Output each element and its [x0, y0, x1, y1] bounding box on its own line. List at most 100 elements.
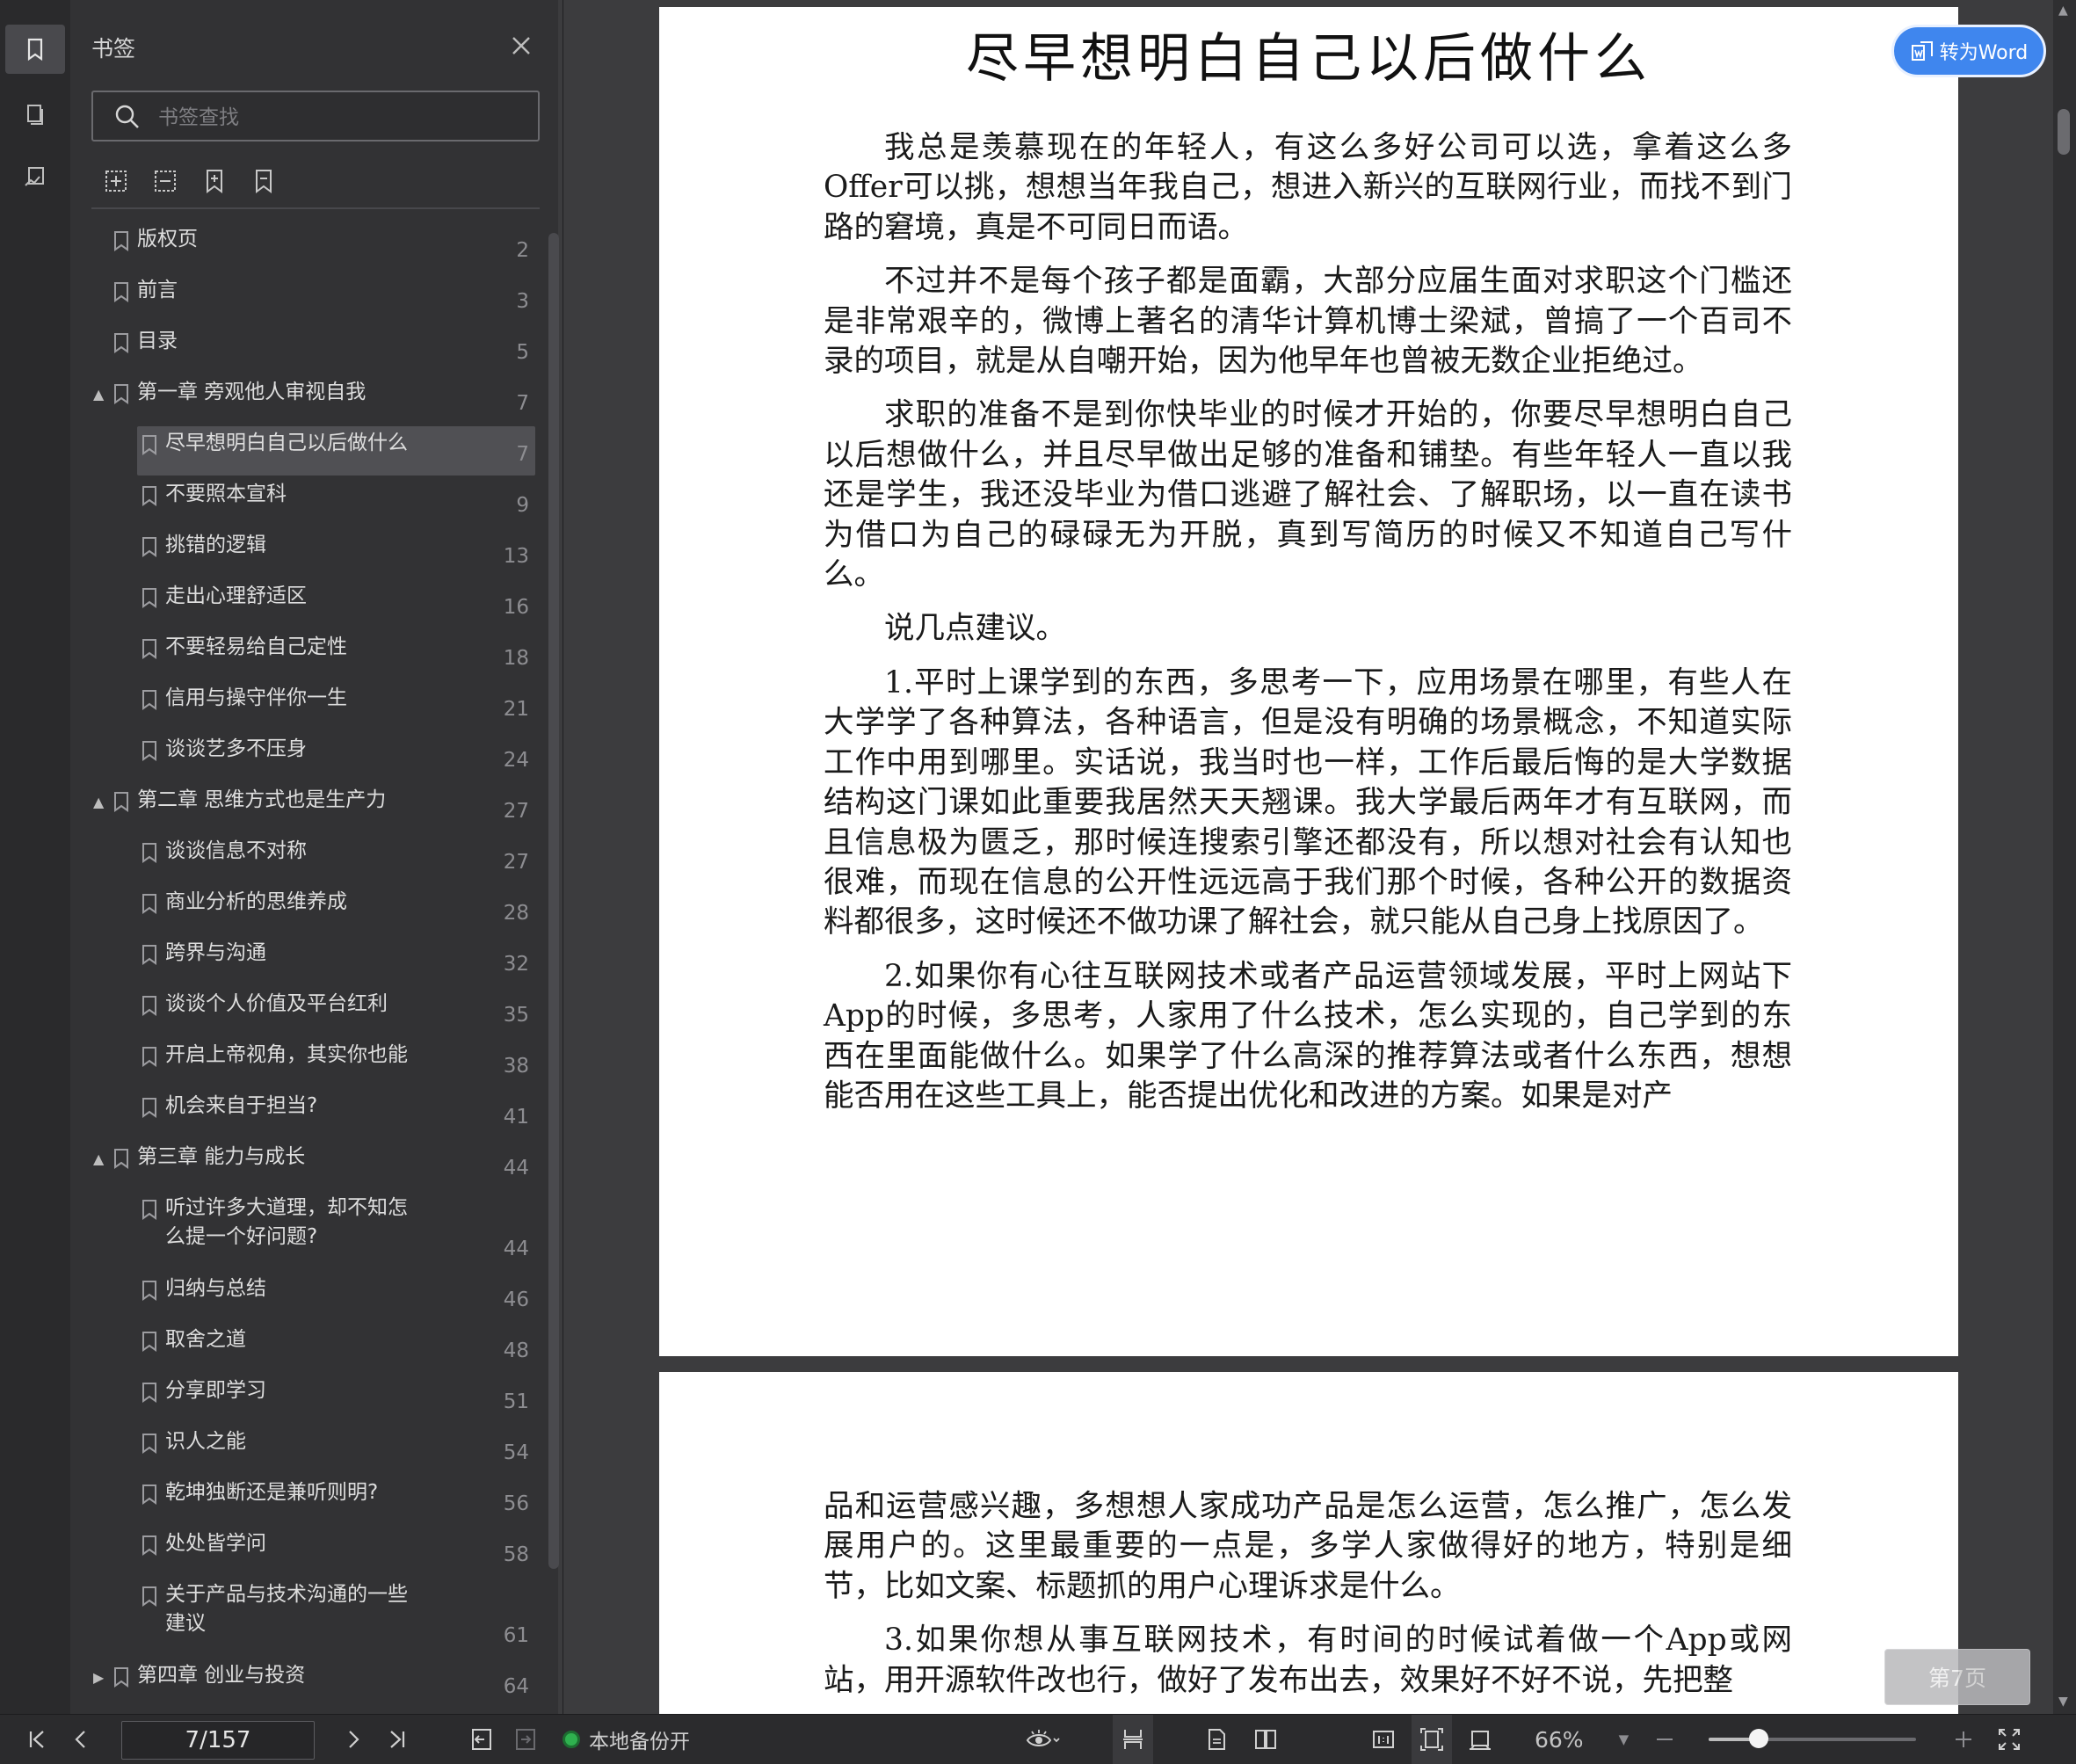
bookmark-label: 挑错的逻辑: [165, 534, 266, 556]
bookmark-item[interactable]: 谈谈个人价值及平台红利 35: [70, 990, 545, 1041]
expand-all-icon[interactable]: [102, 167, 130, 195]
bookmark-page-number: 48: [503, 1339, 529, 1362]
single-page-icon[interactable]: [1199, 1715, 1234, 1764]
local-backup-status[interactable]: 本地备份开: [563, 1715, 690, 1764]
bookmark-icon: [142, 588, 156, 608]
bookmark-tree: 版权页 2 前言 3 目录 5 ▲ 第一章 旁观他人审视自我 7 尽早想明白自己以后做什么 7 不要照…: [70, 225, 545, 1714]
fullscreen-icon[interactable]: [1992, 1715, 2027, 1764]
scroll-thumb[interactable]: [2058, 109, 2070, 155]
scroll-down-icon[interactable]: ▼: [2058, 1695, 2068, 1709]
bookmark-item[interactable]: 谈谈艺多不压身 24: [70, 735, 545, 786]
bookmark-icon: [142, 435, 156, 455]
body-paragraph: 不过并不是每个孩子都是面霸，大部分应届生面对求职这个门槛还是非常艰辛的，微博上著…: [824, 264, 1792, 380]
bookmark-item[interactable]: 机会来自于担当? 41: [70, 1092, 545, 1143]
add-bookmark-icon[interactable]: [200, 167, 229, 195]
bookmark-page-number: 27: [503, 800, 529, 823]
first-page-icon[interactable]: [19, 1715, 54, 1764]
bookmark-item[interactable]: 不要照本宣科 9: [70, 480, 545, 531]
document-view[interactable]: 尽早想明白自己以后做什么 我总是羡慕现在的年轻人，有这么多好公司可以选，拿着这么…: [563, 0, 2053, 1714]
expand-arrow-icon[interactable]: ▶: [93, 1669, 107, 1686]
page-number-badge: 第7页: [1884, 1649, 2030, 1705]
bookmark-item[interactable]: 信用与操守伴你一生 21: [70, 684, 545, 735]
thumbnail-panel-icon[interactable]: [5, 90, 65, 139]
bookmark-search-input[interactable]: [156, 99, 529, 136]
bookmark-item[interactable]: 处处皆学问 58: [70, 1529, 545, 1580]
bookmark-item[interactable]: 尽早想明白自己以后做什么 7: [70, 426, 545, 480]
bookmark-label-line: 么提一个好问题?: [165, 1225, 318, 1248]
bookmark-chapter-item[interactable]: 目录 5: [70, 327, 545, 378]
go-back-icon[interactable]: [464, 1715, 499, 1764]
zoom-slider-handle[interactable]: [1748, 1729, 1768, 1748]
bookmark-page-number: 44: [503, 1238, 529, 1260]
zoom-in-icon[interactable]: [1946, 1715, 1981, 1764]
bookmark-icon: [114, 282, 128, 302]
page-number-input[interactable]: 7/157: [121, 1721, 315, 1760]
annotation-panel-icon[interactable]: [5, 153, 65, 202]
next-page-icon[interactable]: [336, 1715, 371, 1764]
bookmark-chapter-item[interactable]: ▲ 第一章 旁观他人审视自我 7: [70, 378, 545, 429]
bookmark-label: 听过许多大道理，却不知怎 么提一个好问题?: [165, 1194, 408, 1252]
bookmark-icon: [142, 1200, 156, 1220]
zoom-slider[interactable]: [1709, 1729, 1916, 1748]
bookmark-label: 机会来自于担当?: [165, 1094, 318, 1117]
bookmark-panel-icon[interactable]: [5, 25, 65, 74]
bookmark-icon: [142, 486, 156, 506]
bookmark-item[interactable]: 走出心理舒适区 16: [70, 582, 545, 633]
collapse-arrow-icon[interactable]: ▲: [93, 386, 107, 403]
bookmark-page-number: 61: [503, 1624, 529, 1647]
bookmark-item[interactable]: 听过许多大道理，却不知怎 么提一个好问题? 44: [70, 1194, 545, 1274]
document-scrollbar[interactable]: ▲ ▼: [2053, 0, 2076, 1714]
collapse-all-icon[interactable]: [151, 167, 179, 195]
bookmark-item[interactable]: 识人之能 54: [70, 1427, 545, 1478]
bookmark-item[interactable]: 不要轻易给自己定性 18: [70, 633, 545, 684]
bookmark-label: 第四章 创业与投资: [137, 1664, 306, 1687]
bookmark-chapter-item[interactable]: ▲ 第三章 能力与成长 44: [70, 1143, 545, 1194]
bookmark-item[interactable]: 开启上帝视角，其实你也能 38: [70, 1041, 545, 1092]
bookmark-item[interactable]: 分享即学习 51: [70, 1376, 545, 1427]
double-page-icon[interactable]: [1246, 1715, 1285, 1764]
bookmark-chapter-item[interactable]: 版权页 2: [70, 225, 545, 276]
bookmark-item[interactable]: 商业分析的思维养成 28: [70, 888, 545, 939]
bookmark-page-number: 7: [516, 443, 529, 466]
bookmark-item[interactable]: 乾坤独断还是兼听则明? 56: [70, 1478, 545, 1529]
bookmark-chapter-item[interactable]: ▶ 第四章 创业与投资 64: [70, 1661, 545, 1712]
collapse-arrow-icon[interactable]: ▲: [93, 794, 107, 810]
fit-page-icon[interactable]: [1412, 1715, 1452, 1764]
body-paragraph: 1.平时上课学到的东西，多思考一下，应用场景在哪里，有些人在大学学了各种算法，各…: [824, 664, 1792, 940]
bookmark-label: 开启上帝视角，其实你也能: [165, 1043, 408, 1066]
previous-page-icon[interactable]: [63, 1715, 98, 1764]
go-forward-icon[interactable]: [508, 1715, 543, 1764]
bookmark-item[interactable]: 取舍之道 48: [70, 1325, 545, 1376]
page-body-next: 品和运营感兴趣，多想想人家成功产品是怎么运营，怎么推广，怎么发展用户的。这里最重…: [824, 1487, 1792, 1714]
panel-title: 书签: [91, 36, 136, 62]
remove-bookmark-icon[interactable]: [250, 167, 278, 195]
bookmark-item[interactable]: 谈谈信息不对称 27: [70, 837, 545, 888]
body-paragraph: 3.如果你想从事互联网技术，有时间的时候试着做一个App或网站，用开源软件改也行…: [824, 1622, 1792, 1698]
collapse-arrow-icon[interactable]: ▲: [93, 1151, 107, 1167]
close-icon[interactable]: [509, 33, 534, 58]
zoom-out-icon[interactable]: [1647, 1715, 1682, 1764]
page-body: 我总是羡慕现在的年轻人，有这么多好公司可以选，拿着这么多Offer可以挑，想想当…: [824, 128, 1792, 1130]
bookmark-icon: [142, 996, 156, 1016]
bookmark-chapter-item[interactable]: 前言 3: [70, 276, 545, 327]
last-page-icon[interactable]: [380, 1715, 415, 1764]
actual-size-icon[interactable]: [1366, 1715, 1401, 1764]
scroll-up-icon[interactable]: ▲: [2058, 4, 2068, 18]
bookmark-item[interactable]: 关于产品与技术沟通的一些 建议 61: [70, 1580, 545, 1661]
eye-mode-icon[interactable]: [1016, 1715, 1069, 1764]
bookmark-item[interactable]: 跨界与沟通 32: [70, 939, 545, 990]
zoom-selector[interactable]: 66% ▼: [1535, 1715, 1629, 1764]
bookmark-page-number: 21: [503, 698, 529, 721]
page-heading: 尽早想明白自己以后做什么: [966, 28, 1651, 90]
fit-width-icon[interactable]: [1463, 1715, 1498, 1764]
bookmark-item[interactable]: 挑错的逻辑 13: [70, 531, 545, 582]
bookmark-item[interactable]: 归纳与总结 46: [70, 1274, 545, 1325]
bookmark-scrollbar[interactable]: [548, 233, 559, 1569]
convert-to-word-button[interactable]: 转为Word: [1891, 25, 2046, 77]
bookmark-page-number: 16: [503, 596, 529, 619]
bookmark-icon: [142, 1047, 156, 1067]
bookmark-chapter-item[interactable]: ▲ 第二章 思维方式也是生产力 27: [70, 786, 545, 837]
continuous-scroll-icon[interactable]: [1113, 1715, 1153, 1764]
body-paragraph: 我总是羡慕现在的年轻人，有这么多好公司可以选，拿着这么多Offer可以挑，想想当…: [824, 130, 1792, 245]
convert-to-word-label: 转为Word: [1939, 42, 2029, 64]
